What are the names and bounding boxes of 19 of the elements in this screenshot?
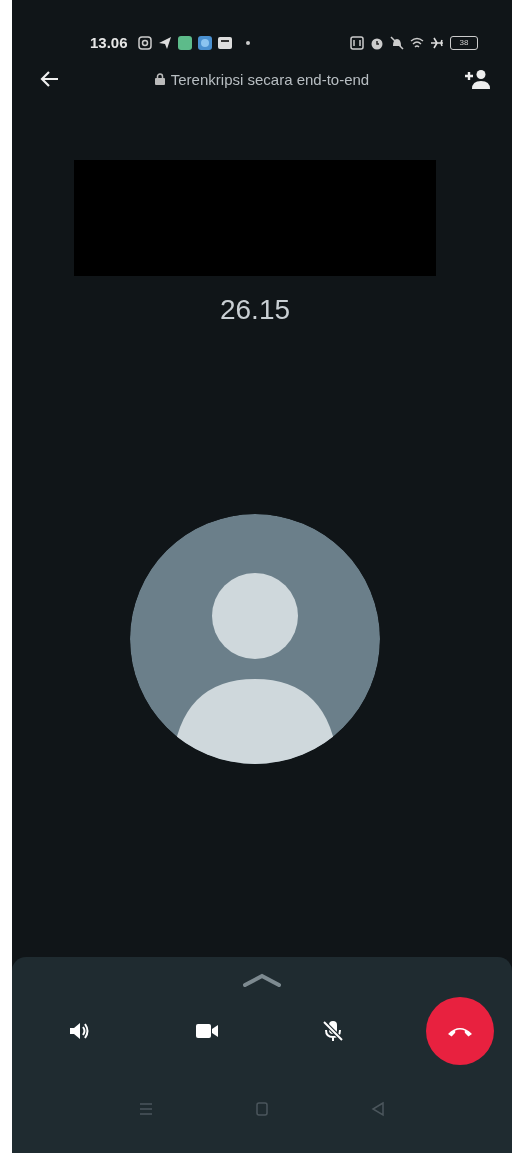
app-icon: [177, 35, 192, 50]
send-arrow-icon: [157, 35, 172, 50]
back-arrow-icon[interactable]: [40, 69, 60, 89]
lock-icon: [154, 73, 165, 85]
add-person-icon[interactable]: [464, 69, 490, 89]
message-app-icon: [217, 35, 232, 50]
app-icon: [197, 35, 212, 50]
wifi-icon: [410, 35, 424, 50]
nfc-icon: [350, 35, 364, 50]
bell-off-icon: [390, 35, 404, 50]
battery-level: 38: [459, 38, 469, 47]
encryption-note: Terenkripsi secara end-to-end: [170, 70, 370, 88]
airplane-icon: [430, 35, 444, 50]
more-notifications-icon: [245, 40, 250, 45]
call-duration: 26.15: [219, 294, 291, 326]
end-call-icon: [447, 1025, 472, 1037]
status-time: 13.06: [90, 34, 128, 51]
chevron-up-icon[interactable]: [242, 973, 282, 987]
camera-app-icon: [137, 35, 152, 50]
